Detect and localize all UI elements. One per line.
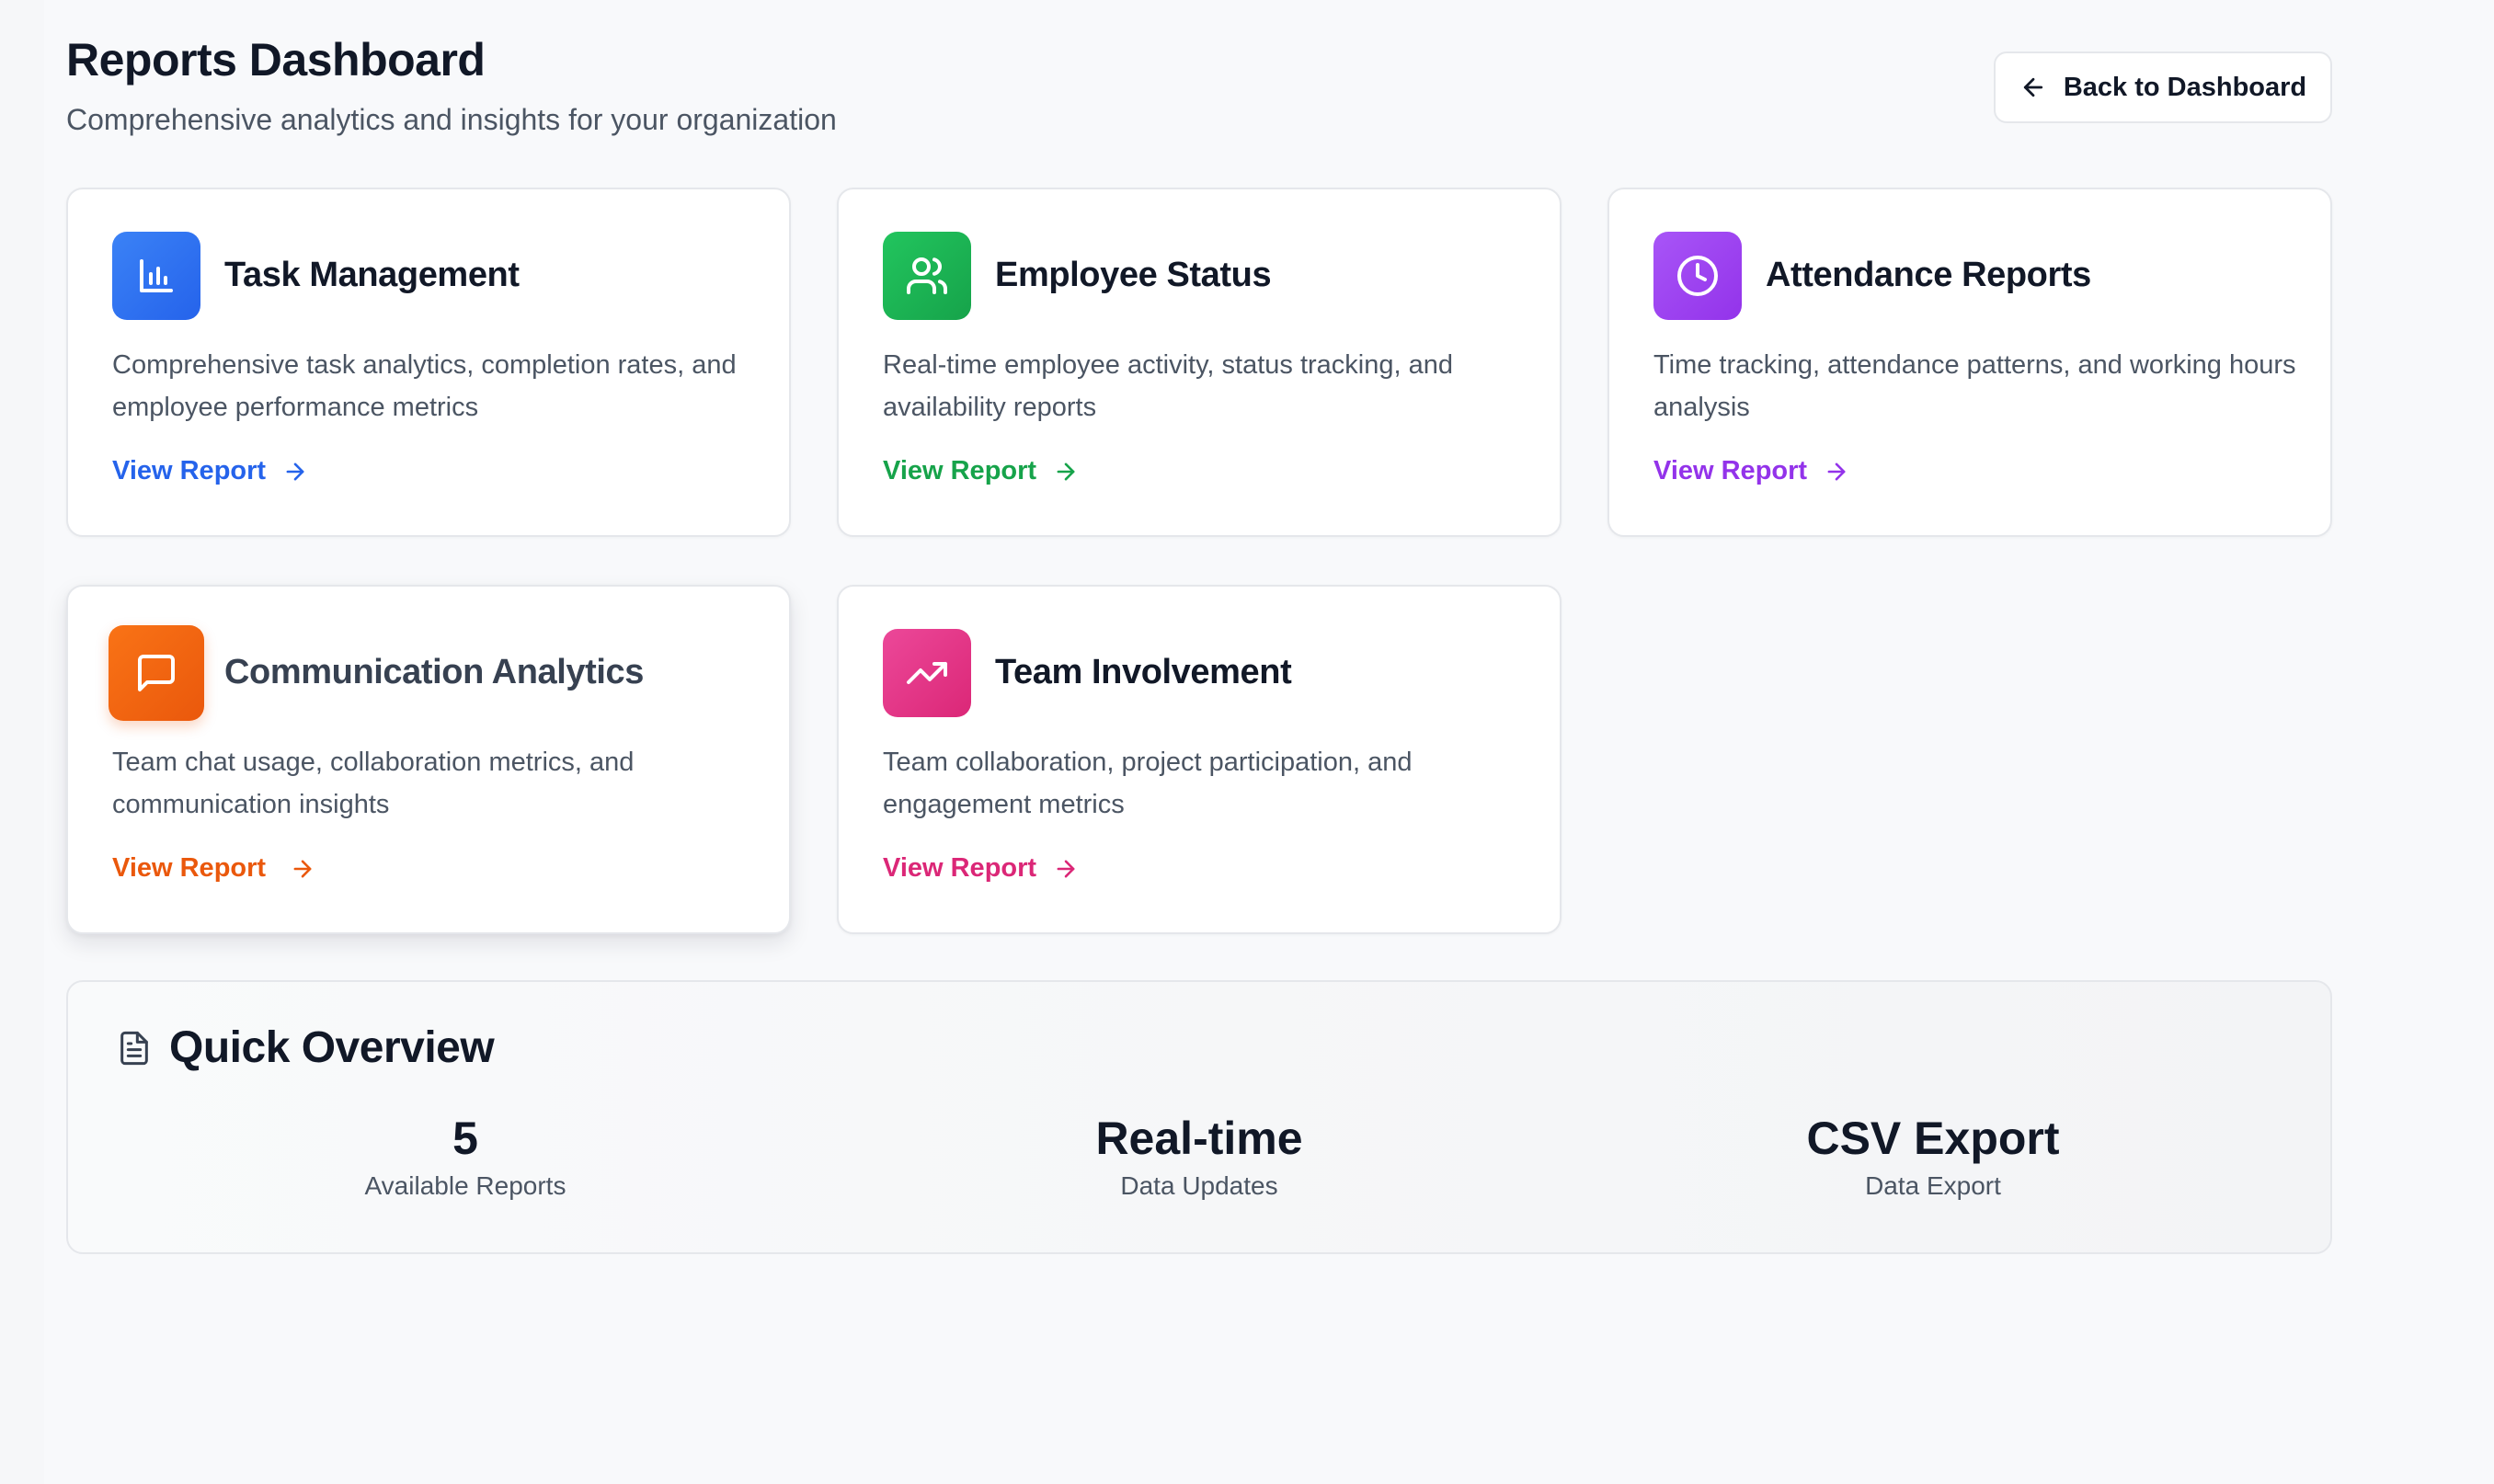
card-description: Team chat usage, collaboration metrics, … (112, 748, 635, 819)
stat-label: Available Reports (364, 1171, 566, 1200)
view-report-label: View Report (883, 456, 1037, 485)
view-report-label: View Report (1653, 456, 1808, 485)
card-description: Time tracking, attendance patterns, and … (1653, 350, 2296, 422)
page-header: Reports Dashboard Comprehensive analytic… (66, 0, 2332, 188)
view-report-link-communication-analytics[interactable]: View Report (112, 853, 315, 884)
stat-value: 5 (452, 1113, 478, 1164)
sidebar-edge (0, 0, 44, 1484)
view-report-link-task-management[interactable]: View Report (112, 456, 308, 486)
quick-overview-panel: Quick Overview 5 Available Reports Real-… (66, 980, 2332, 1254)
view-report-label: View Report (112, 853, 267, 883)
card-title: Team Involvement (995, 653, 1292, 691)
report-card-task-management[interactable]: Task Management Comprehensive task analy… (66, 188, 791, 537)
arrow-right-icon (1057, 860, 1075, 877)
stat-available-reports: 5 Available Reports (116, 1111, 815, 1201)
view-report-label: View Report (112, 456, 267, 485)
arrow-right-icon (1057, 462, 1075, 480)
quick-overview-title: Quick Overview (169, 1023, 495, 1072)
card-title: Communication Analytics (224, 653, 645, 691)
quick-overview-header: Quick Overview (116, 1022, 495, 1073)
page-subtitle: Comprehensive analytics and insights for… (66, 103, 837, 136)
report-card-communication-analytics[interactable]: Communication Analytics Team chat usage,… (66, 585, 791, 934)
view-report-link-attendance-reports[interactable]: View Report (1653, 456, 1849, 486)
card-title: Task Management (224, 256, 520, 294)
card-description: Comprehensive task analytics, completion… (112, 350, 737, 422)
file-text-icon (120, 1031, 148, 1065)
card-description: Team collaboration, project participatio… (883, 748, 1413, 819)
report-card-employee-status[interactable]: Employee Status Real-time employee activ… (837, 188, 1562, 537)
message-square-icon (109, 625, 204, 721)
card-description: Real-time employee activity, status trac… (883, 350, 1454, 422)
stat-value: CSV Export (1806, 1113, 2060, 1164)
card-title: Attendance Reports (1766, 256, 2091, 294)
bar-chart-icon (112, 232, 200, 320)
stat-label: Data Export (1865, 1171, 2001, 1200)
back-to-dashboard-button[interactable]: Back to Dashboard (1994, 51, 2332, 123)
report-cards-grid: Task Management Comprehensive task analy… (66, 188, 2332, 1254)
stat-data-export: CSV Export Data Export (1584, 1111, 2282, 1201)
report-card-team-involvement[interactable]: Team Involvement Team collaboration, pro… (837, 585, 1562, 934)
reports-page: Reports Dashboard Comprehensive analytic… (66, 0, 2332, 1254)
arrow-right-icon (293, 860, 312, 877)
back-button-label: Back to Dashboard (2063, 72, 2307, 102)
arrow-right-icon (1827, 462, 1846, 480)
stat-value: Real-time (1095, 1113, 1303, 1164)
stat-data-updates: Real-time Data Updates (850, 1111, 1549, 1201)
clock-icon (1653, 232, 1742, 320)
users-icon (883, 232, 971, 320)
arrow-left-icon (2023, 77, 2042, 97)
view-report-label: View Report (883, 853, 1037, 883)
stat-label: Data Updates (1120, 1171, 1278, 1200)
arrow-right-icon (286, 462, 304, 480)
report-card-attendance-reports[interactable]: Attendance Reports Time tracking, attend… (1607, 188, 2332, 537)
view-report-link-employee-status[interactable]: View Report (883, 456, 1079, 486)
view-report-link-team-involvement[interactable]: View Report (883, 853, 1079, 884)
page-title: Reports Dashboard (66, 34, 486, 86)
card-title: Employee Status (995, 256, 1272, 294)
trending-up-icon (883, 629, 971, 717)
